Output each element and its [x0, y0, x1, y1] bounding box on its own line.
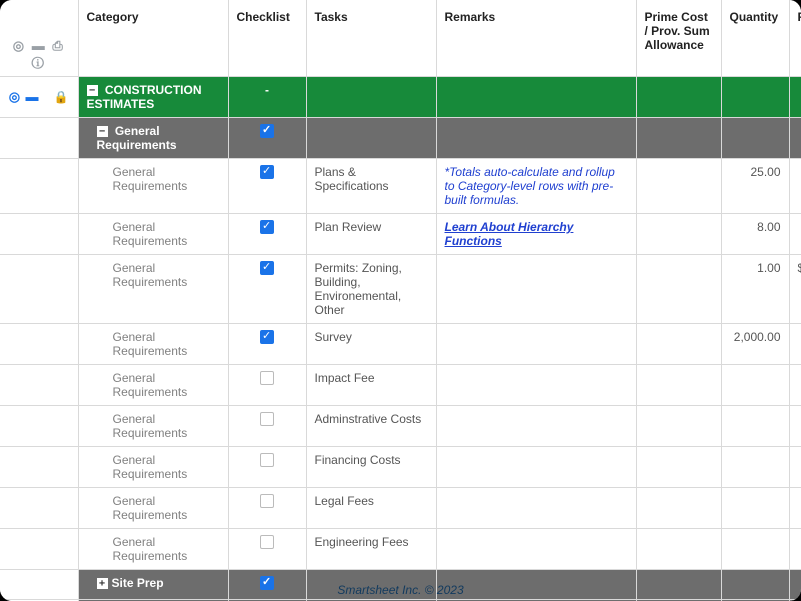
cell-quantity[interactable]: 1.00	[721, 255, 789, 324]
remark-note: *Totals auto-calculate and rollup to Cat…	[445, 165, 615, 207]
cell-quantity[interactable]	[721, 406, 789, 447]
cell-remarks[interactable]	[436, 324, 636, 365]
app-window: ◎ ▬ ⎙ ⓘ Category Checklist Tasks Remarks…	[0, 0, 801, 601]
cell-remarks[interactable]	[436, 365, 636, 406]
cell-last[interactable]	[789, 214, 801, 255]
checklist-checkbox[interactable]	[260, 371, 274, 385]
checklist-checkbox[interactable]	[260, 261, 274, 275]
cell-task[interactable]: Plan Review	[306, 214, 436, 255]
cell-category[interactable]: General Requirements	[78, 214, 228, 255]
cell-category[interactable]: General Requirements	[78, 406, 228, 447]
cell-last[interactable]	[789, 529, 801, 570]
section-checklist[interactable]: -	[228, 77, 306, 118]
lock-icon[interactable]: 🔒	[54, 90, 69, 104]
cell-prime[interactable]	[636, 324, 721, 365]
cell-category[interactable]: General Requirements	[78, 529, 228, 570]
cell-category[interactable]: General Requirements	[78, 365, 228, 406]
cell-prime[interactable]	[636, 529, 721, 570]
table-row[interactable]: General Requirements Permits: Zoning, Bui…	[0, 255, 801, 324]
cell-last[interactable]: $	[789, 255, 801, 324]
checklist-checkbox[interactable]	[260, 535, 274, 549]
cell-prime[interactable]	[636, 365, 721, 406]
cell-task[interactable]: Plans & Specifications	[306, 159, 436, 214]
cell-last[interactable]	[789, 488, 801, 529]
checklist-checkbox[interactable]	[260, 412, 274, 426]
cell-quantity[interactable]	[721, 365, 789, 406]
section-general-requirements[interactable]: − General Requirements	[0, 118, 801, 159]
cell-task[interactable]: Legal Fees	[306, 488, 436, 529]
estimate-grid: ◎ ▬ ⎙ ⓘ Category Checklist Tasks Remarks…	[0, 0, 801, 601]
cell-quantity[interactable]: 25.00	[721, 159, 789, 214]
cell-remarks[interactable]	[436, 406, 636, 447]
cell-task[interactable]: Permits: Zoning, Building, Environementa…	[306, 255, 436, 324]
cell-category[interactable]: General Requirements	[78, 447, 228, 488]
cell-task[interactable]: Engineering Fees	[306, 529, 436, 570]
table-row[interactable]: General Requirements Adminstrative Costs	[0, 406, 801, 447]
section-label: General Requirements	[97, 124, 177, 152]
cell-last[interactable]	[789, 365, 801, 406]
cell-prime[interactable]	[636, 159, 721, 214]
cell-quantity[interactable]: 2,000.00	[721, 324, 789, 365]
table-row[interactable]: General Requirements Financing Costs	[0, 447, 801, 488]
cell-remarks[interactable]: *Totals auto-calculate and rollup to Cat…	[436, 159, 636, 214]
cell-remarks[interactable]	[436, 488, 636, 529]
col-category[interactable]: Category	[78, 0, 228, 77]
cell-prime[interactable]	[636, 488, 721, 529]
collapse-icon[interactable]: −	[87, 85, 98, 96]
cell-quantity[interactable]	[721, 447, 789, 488]
collapse-icon[interactable]: −	[97, 126, 108, 137]
cell-prime[interactable]	[636, 214, 721, 255]
cell-task[interactable]: Impact Fee	[306, 365, 436, 406]
section-label: CONSTRUCTION ESTIMATES	[87, 83, 202, 111]
checklist-checkbox[interactable]	[260, 165, 274, 179]
cell-remarks[interactable]	[436, 529, 636, 570]
checklist-checkbox[interactable]	[260, 330, 274, 344]
row-action-attach-icon[interactable]: ◎	[9, 89, 22, 104]
col-checklist[interactable]: Checklist	[228, 0, 306, 77]
checklist-checkbox[interactable]	[260, 453, 274, 467]
cell-last[interactable]	[789, 447, 801, 488]
cell-last[interactable]	[789, 406, 801, 447]
row-action-comment-icon[interactable]: ▬	[25, 89, 40, 104]
table-row[interactable]: General Requirements Engineering Fees	[0, 529, 801, 570]
col-quantity[interactable]: Quantity	[721, 0, 789, 77]
checklist-checkbox[interactable]	[260, 220, 274, 234]
cell-quantity[interactable]: 8.00	[721, 214, 789, 255]
table-row[interactable]: General Requirements Plan Review Learn Abo…	[0, 214, 801, 255]
col-last[interactable]: R	[789, 0, 801, 77]
cell-task[interactable]: Financing Costs	[306, 447, 436, 488]
cell-category[interactable]: General Requirements	[78, 255, 228, 324]
col-remarks[interactable]: Remarks	[436, 0, 636, 77]
cell-remarks[interactable]	[436, 255, 636, 324]
cell-category[interactable]: General Requirements	[78, 324, 228, 365]
cell-prime[interactable]	[636, 406, 721, 447]
cell-remarks[interactable]: Learn About Hierarchy Functions	[436, 214, 636, 255]
row-toolbar-icons: ◎ ▬ ⎙ ⓘ	[13, 38, 65, 69]
table-row[interactable]: General Requirements Plans & Specificatio…	[0, 159, 801, 214]
remark-link[interactable]: Learn About Hierarchy Functions	[445, 220, 574, 248]
cell-remarks[interactable]	[436, 447, 636, 488]
checklist-checkbox[interactable]	[260, 124, 274, 138]
col-prime[interactable]: Prime Cost / Prov. Sum Allowance	[636, 0, 721, 77]
header-row: ◎ ▬ ⎙ ⓘ Category Checklist Tasks Remarks…	[0, 0, 801, 77]
table-row[interactable]: General Requirements Survey 2,000.00	[0, 324, 801, 365]
cell-quantity[interactable]	[721, 529, 789, 570]
cell-last[interactable]	[789, 159, 801, 214]
cell-task[interactable]: Survey	[306, 324, 436, 365]
cell-prime[interactable]	[636, 447, 721, 488]
checklist-checkbox[interactable]	[260, 494, 274, 508]
section-construction-estimates[interactable]: ◎ ▬ 🔒 − CONSTRUCTION ESTIMATES -	[0, 77, 801, 118]
cell-last[interactable]	[789, 324, 801, 365]
col-tasks[interactable]: Tasks	[306, 0, 436, 77]
table-row[interactable]: General Requirements Legal Fees	[0, 488, 801, 529]
table-row[interactable]: General Requirements Impact Fee	[0, 365, 801, 406]
cell-prime[interactable]	[636, 255, 721, 324]
footer-attribution: Smartsheet Inc. © 2023	[0, 583, 801, 597]
cell-category[interactable]: General Requirements	[78, 159, 228, 214]
cell-task[interactable]: Adminstrative Costs	[306, 406, 436, 447]
cell-category[interactable]: General Requirements	[78, 488, 228, 529]
cell-quantity[interactable]	[721, 488, 789, 529]
